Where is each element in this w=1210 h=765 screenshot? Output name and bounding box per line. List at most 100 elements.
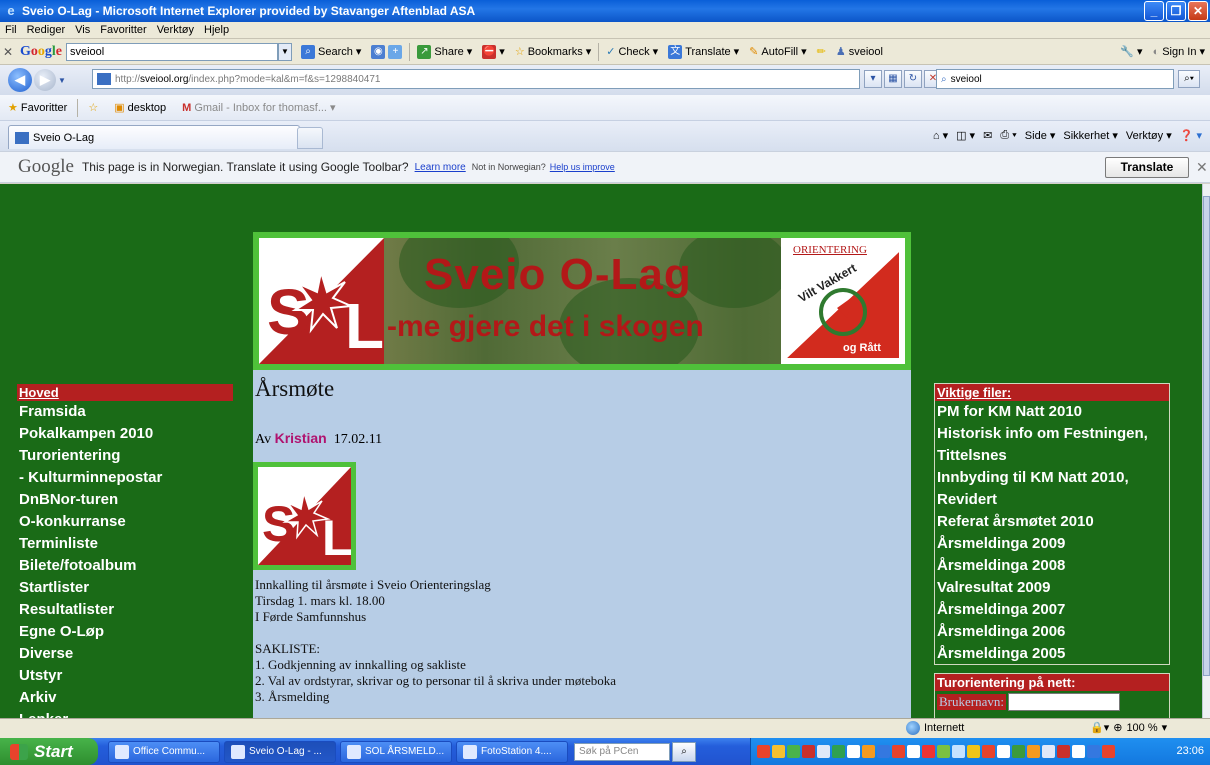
tray-icon[interactable] [922, 745, 935, 758]
url-dropdown-icon[interactable]: ▾ [864, 70, 882, 88]
maximize-button[interactable]: ❐ [1166, 1, 1186, 21]
file-link[interactable]: Årsmeldinga 2006 [935, 621, 1169, 643]
toolbar-check-button[interactable]: ✓ Check ▾ [601, 45, 663, 59]
forward-button[interactable]: ▶ [34, 69, 56, 91]
file-link[interactable]: PM for KM Natt 2010 [935, 401, 1169, 423]
tray-icon[interactable] [982, 745, 995, 758]
google-search-input[interactable] [66, 42, 278, 61]
mail-icon[interactable]: ✉ [983, 129, 992, 142]
tray-icon[interactable] [892, 745, 905, 758]
learn-more-link[interactable]: Learn more [415, 162, 466, 173]
nav-item-o-konkurranse[interactable]: O-konkurranse [17, 511, 233, 533]
toolbar-extra-button[interactable]: ◉ + [366, 44, 407, 59]
nav-item-framsida[interactable]: Framsida [17, 401, 233, 423]
print-icon[interactable]: ⎙ ▾ [1000, 129, 1016, 142]
task-office-communicator[interactable]: Office Commu... [108, 740, 220, 763]
nav-item-diverse[interactable]: Diverse [17, 643, 233, 665]
nav-item-egne-o-lop[interactable]: Egne O-Løp [17, 621, 233, 643]
feeds-icon[interactable]: ◫ ▾ [956, 129, 975, 142]
nav-item-terminliste[interactable]: Terminliste [17, 533, 233, 555]
help-icon[interactable]: ❓ ▾ [1180, 129, 1202, 142]
desktop-search-input[interactable]: Søk på PCen [574, 742, 670, 761]
compatibility-icon[interactable]: ▦ [884, 70, 902, 88]
file-link[interactable]: Valresultat 2009 [935, 577, 1169, 599]
home-icon[interactable]: ⌂ ▾ [933, 129, 948, 142]
add-favorite-button[interactable]: ☆ [80, 101, 106, 114]
nav-item-resultatlister[interactable]: Resultatlister [17, 599, 233, 621]
tray-icon[interactable] [847, 745, 860, 758]
file-link[interactable]: Årsmeldinga 2007 [935, 599, 1169, 621]
tray-icon[interactable] [967, 745, 980, 758]
toolbar-highlight-button[interactable]: ✏ [812, 45, 831, 58]
file-link[interactable]: Historisk info om Festningen, Tittelsnes [935, 423, 1169, 467]
help-improve-link[interactable]: Help us improve [550, 162, 615, 172]
file-link[interactable]: Årsmeldinga 2005 [935, 643, 1169, 665]
menu-favorites[interactable]: Favoritter [95, 24, 151, 36]
tray-icon[interactable] [787, 745, 800, 758]
safety-menu[interactable]: Sikkerhet ▾ [1063, 129, 1117, 142]
tray-icon[interactable] [1087, 745, 1100, 758]
nav-item-startlister[interactable]: Startlister [17, 577, 233, 599]
nav-item-dnbnor-turen[interactable]: DnBNor-turen [17, 489, 233, 511]
toolbar-close-icon[interactable]: ✕ [0, 45, 16, 59]
tray-icon[interactable] [937, 745, 950, 758]
toolbar-bookmarks-button[interactable]: ☆ Bookmarks ▾ [510, 45, 596, 59]
tray-icon[interactable] [832, 745, 845, 758]
username-input[interactable] [1007, 693, 1120, 711]
file-link[interactable]: Innbyding til KM Natt 2010, Revidert [935, 467, 1169, 511]
tray-icon[interactable] [862, 745, 875, 758]
back-button[interactable]: ◀ [8, 68, 32, 92]
live-search-input[interactable]: ⌕ sveiool [936, 69, 1174, 89]
toolbar-search-button[interactable]: ⌕ Search ▾ [296, 44, 366, 59]
tray-icon[interactable] [802, 745, 815, 758]
favorites-button[interactable]: ★ Favoritter [0, 101, 75, 115]
nav-item-kulturminnepostar[interactable]: - Kulturminnepostar [17, 467, 233, 489]
tray-icon[interactable] [817, 745, 830, 758]
scrollbar-thumb[interactable] [1203, 196, 1210, 676]
start-button[interactable]: Start [0, 738, 98, 765]
toolbar-popup-button[interactable]: ⛔ ▾ [477, 44, 510, 59]
page-scrollbar[interactable] [1202, 184, 1210, 718]
tray-icon[interactable] [1057, 745, 1070, 758]
search-dropdown-icon[interactable]: ▼ [278, 42, 292, 61]
url-field[interactable]: http://sveiool.org/index.php?mode=kal&m=… [92, 69, 860, 89]
tray-icon[interactable] [1042, 745, 1055, 758]
tray-icon[interactable] [1027, 745, 1040, 758]
menu-tools[interactable]: Verktøy [152, 24, 199, 36]
tray-icon[interactable] [997, 745, 1010, 758]
menu-view[interactable]: Vis [70, 24, 95, 36]
task-sol-arsmelding[interactable]: SOL ÅRSMELD... [340, 740, 452, 763]
close-button[interactable]: ✕ [1188, 1, 1208, 21]
file-link[interactable]: Årsmeldinga 2009 [935, 533, 1169, 555]
nav-item-lenker[interactable]: Lenker [17, 709, 233, 718]
translate-button[interactable]: Translate [1105, 157, 1189, 178]
zoom-control[interactable]: 🔒▾ ⊕ 100 % ▾ [1090, 721, 1167, 735]
toolbar-settings-button[interactable]: 🔧 ▾ [1115, 45, 1147, 58]
tray-icon[interactable] [952, 745, 965, 758]
article-author-link[interactable]: Kristian [275, 430, 327, 446]
refresh-icon[interactable]: ↻ [904, 70, 922, 88]
task-fotostation[interactable]: FotoStation 4.... [456, 740, 568, 763]
tray-icon[interactable] [772, 745, 785, 758]
nav-item-turorientering[interactable]: Turorientering [17, 445, 233, 467]
file-link[interactable]: Årsmeldinga 2008 [935, 555, 1169, 577]
tools-menu[interactable]: Verktøy ▾ [1126, 129, 1172, 142]
tray-icon[interactable] [757, 745, 770, 758]
task-sveio-o-lag[interactable]: Sveio O-Lag - ... [224, 740, 336, 763]
history-dropdown-icon[interactable]: ▼ [58, 76, 66, 85]
tab-sveio-o-lag[interactable]: Sveio O-Lag [8, 125, 300, 149]
translate-close-icon[interactable]: ✕ [1196, 159, 1208, 176]
file-link[interactable]: Referat årsmøtet 2010 [935, 511, 1169, 533]
tray-icon[interactable] [1072, 745, 1085, 758]
tray-icon[interactable] [1012, 745, 1025, 758]
sign-in-button[interactable]: ◐ Sign In ▾ [1148, 45, 1210, 59]
nav-item-arkiv[interactable]: Arkiv [17, 687, 233, 709]
nav-item-fotoalbum[interactable]: Bilete/fotoalbum [17, 555, 233, 577]
live-search-button[interactable]: ⌕▾ [1178, 70, 1200, 88]
menu-edit[interactable]: Rediger [22, 24, 71, 36]
new-tab-button[interactable] [297, 127, 323, 149]
nav-item-utstyr[interactable]: Utstyr [17, 665, 233, 687]
nav-item-pokalkampen[interactable]: Pokalkampen 2010 [17, 423, 233, 445]
toolbar-translate-button[interactable]: 文 Translate ▾ [663, 44, 744, 59]
toolbar-share-button[interactable]: ↗ Share ▾ [412, 44, 477, 59]
